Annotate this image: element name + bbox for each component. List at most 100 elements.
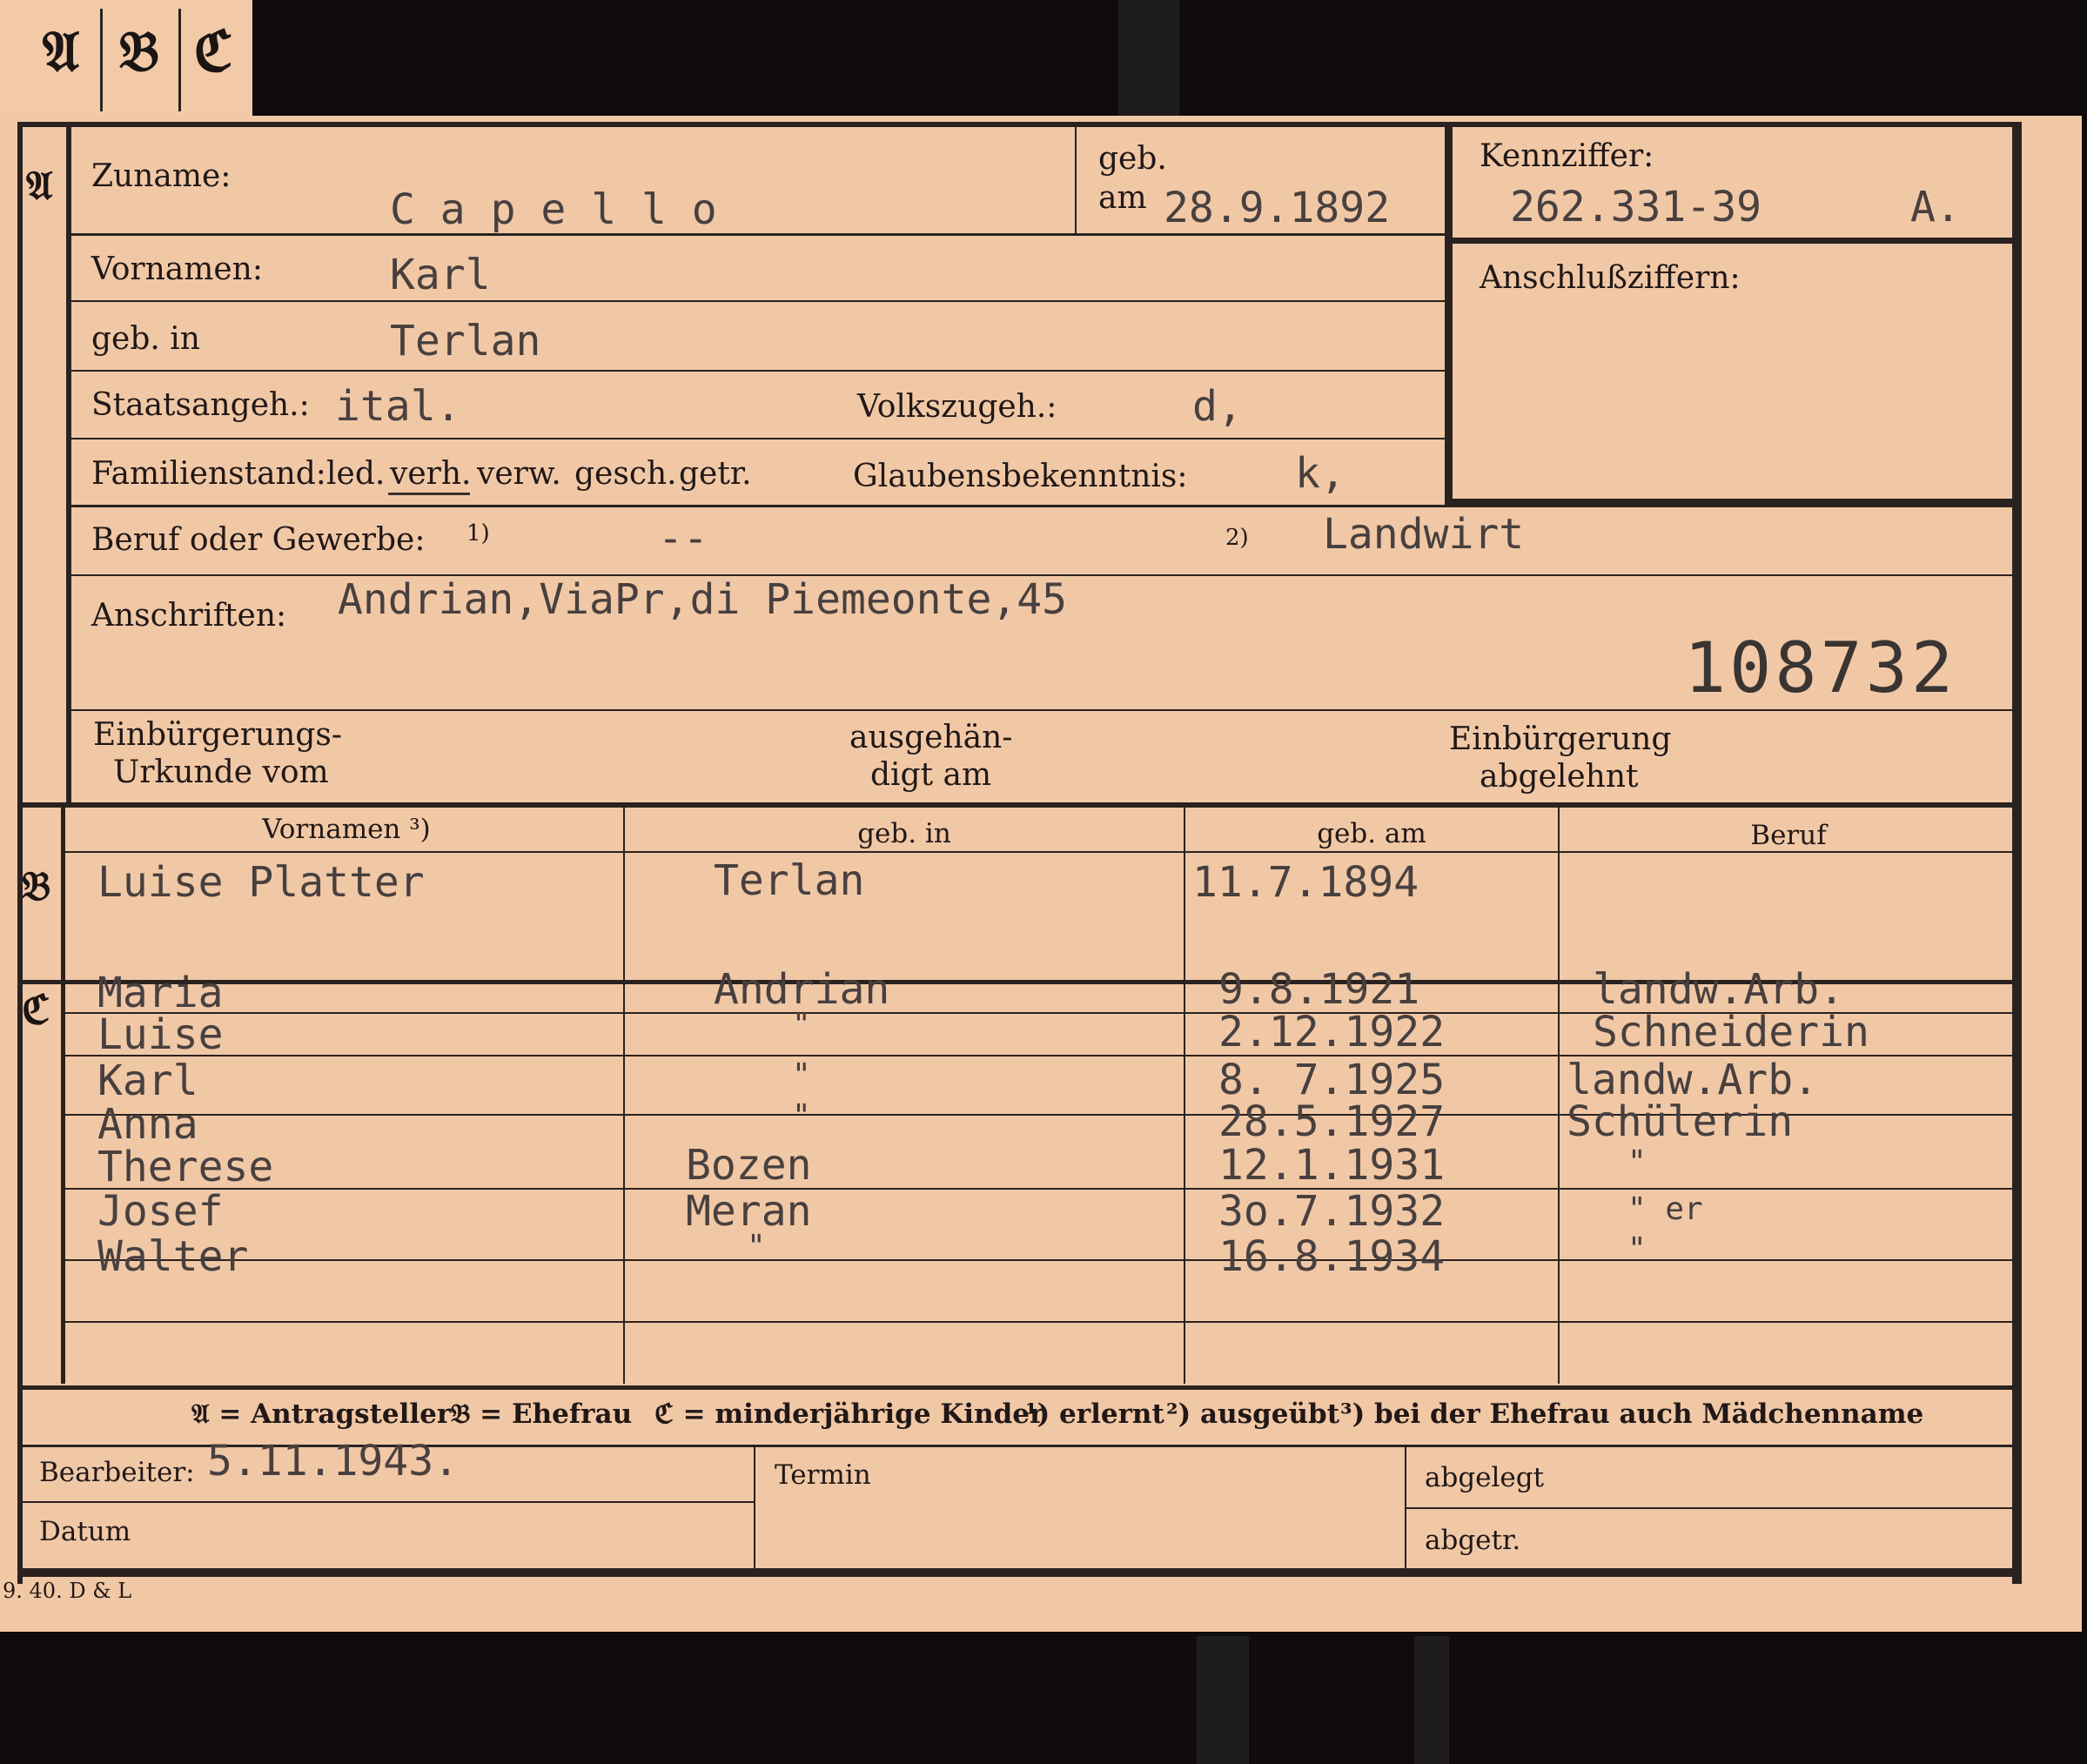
child-geb-in: " bbox=[747, 1229, 766, 1264]
legend-antragsteller: 𝔄 = Antragsteller bbox=[191, 1398, 452, 1430]
rule bbox=[71, 709, 2017, 711]
beruf-erlernt-value: -- bbox=[658, 514, 708, 563]
child-vornamen: Therese bbox=[97, 1143, 274, 1191]
ausgehaendigt-label-1: ausgehän- bbox=[849, 720, 1013, 755]
geb-am-value: 28.9.1892 bbox=[1164, 184, 1391, 232]
child-geb-in: " bbox=[792, 1098, 811, 1134]
child-geb-in: Andrian bbox=[714, 965, 890, 1014]
termin-label: Termin bbox=[775, 1459, 871, 1491]
section-c-end bbox=[17, 1385, 2019, 1390]
child-beruf: landw.Arb. bbox=[1567, 1056, 1818, 1104]
rule bbox=[71, 300, 1446, 302]
section-b-marker: 𝔅 bbox=[22, 862, 51, 909]
tab-a: 𝔄 bbox=[42, 19, 80, 84]
legend-maedchenname: ³) bei der Ehefrau auch Mädchenname bbox=[1340, 1398, 1924, 1430]
ehefrau-vornamen: Luise Platter bbox=[97, 858, 425, 907]
background-streak bbox=[1118, 0, 1179, 120]
zuname-value: C a p e l l o bbox=[390, 185, 717, 234]
rule bbox=[65, 1321, 2017, 1323]
child-beruf: Schneiderin bbox=[1593, 1008, 1869, 1056]
child-geb-am: 2.12.1922 bbox=[1218, 1008, 1446, 1056]
child-geb-in: " bbox=[792, 1057, 811, 1093]
familienstand-option-led: led. bbox=[326, 456, 386, 492]
staatsangehoerigkeit-value: ital. bbox=[335, 382, 461, 431]
familienstand-option-verh: verh. bbox=[390, 456, 472, 492]
einbuergerung-abgelehnt-label-2: abgelehnt bbox=[1480, 759, 1639, 795]
familienstand-option-verw: verw. bbox=[477, 456, 561, 492]
rule bbox=[71, 233, 1446, 236]
familienstand-selected-underline bbox=[388, 493, 470, 495]
child-vornamen: Karl bbox=[97, 1056, 198, 1105]
child-vornamen: Maria bbox=[97, 969, 224, 1017]
child-geb-in: " bbox=[792, 1007, 811, 1043]
rule bbox=[1406, 1507, 2015, 1509]
legend-ehefrau: 𝔅 = Ehefrau bbox=[451, 1398, 633, 1430]
geb-in-value: Terlan bbox=[390, 317, 541, 366]
kennziffer-value: 262.331-39 bbox=[1510, 183, 1762, 231]
bearbeiter-label: Bearbeiter: bbox=[39, 1457, 195, 1488]
frame-bottom bbox=[17, 1568, 2022, 1577]
beruf-ausgeuebt-value: Landwirt bbox=[1323, 510, 1525, 559]
legend-ausgeuebt: ²) ausgeübt bbox=[1166, 1398, 1340, 1430]
tab-c: ℭ bbox=[193, 19, 233, 84]
vornamen-value: Karl bbox=[390, 251, 491, 299]
rule bbox=[1075, 127, 1077, 233]
frame-left bbox=[17, 122, 23, 1584]
background-streak bbox=[1414, 1636, 1449, 1764]
rule bbox=[65, 1188, 2017, 1190]
staatsangehoerigkeit-label: Staatsangeh.: bbox=[91, 387, 310, 423]
header-beruf: Beruf bbox=[1750, 820, 1827, 851]
rule bbox=[71, 438, 1446, 439]
background-streak bbox=[1197, 1636, 1249, 1764]
einbuergerung-urkunde-label-1: Einbürgerungs- bbox=[93, 717, 343, 753]
frame-top bbox=[17, 122, 2019, 127]
kennziffer-suffix: A. bbox=[1910, 183, 1961, 231]
col-rule bbox=[623, 808, 625, 1384]
frame-right bbox=[2012, 122, 2022, 1584]
child-beruf: " bbox=[1627, 1231, 1647, 1267]
anschlussziffern-label: Anschlußziffern: bbox=[1480, 260, 1741, 296]
child-vornamen: Anna bbox=[97, 1100, 198, 1149]
geb-in-label: geb. in bbox=[91, 321, 200, 357]
einbuergerung-urkunde-label-2: Urkunde vom bbox=[113, 755, 329, 790]
header-geb-in: geb. in bbox=[857, 818, 951, 849]
beruf-label: Beruf oder Gewerbe: bbox=[91, 522, 426, 558]
footnote-2-marker: 2) bbox=[1225, 525, 1249, 551]
section-a-rule bbox=[66, 122, 71, 805]
tab-b: 𝔅 bbox=[118, 19, 160, 84]
index-tab-strip: 𝔄 𝔅 ℭ bbox=[0, 0, 252, 120]
col-rule bbox=[1405, 1447, 1406, 1569]
col-rule bbox=[1558, 808, 1560, 1384]
col-rule bbox=[754, 1447, 755, 1569]
header-geb-am: geb. am bbox=[1317, 818, 1426, 849]
kennziffer-box-bottom bbox=[1453, 499, 2014, 507]
geb-label: geb. bbox=[1098, 141, 1167, 177]
child-vornamen: Walter bbox=[97, 1232, 249, 1281]
child-vornamen: Luise bbox=[97, 1010, 224, 1059]
zuname-label: Zuname: bbox=[91, 158, 232, 194]
child-geb-am: 9.8.1921 bbox=[1218, 965, 1420, 1014]
child-geb-am: 16.8.1934 bbox=[1218, 1232, 1446, 1281]
child-geb-am: 3o.7.1932 bbox=[1218, 1187, 1446, 1236]
rule bbox=[71, 370, 1446, 372]
familienstand-option-getr: getr. bbox=[679, 456, 752, 492]
abgetr-label: abgetr. bbox=[1425, 1525, 1521, 1556]
volkszugehoerigkeit-value: d, bbox=[1192, 382, 1243, 431]
child-beruf: Schülerin bbox=[1567, 1097, 1794, 1146]
section-c-marker: ℭ bbox=[22, 986, 50, 1033]
child-beruf: landw.Arb. bbox=[1593, 965, 1844, 1014]
footnote-1-marker: 1) bbox=[466, 520, 490, 547]
stamp-number: 108732 bbox=[1684, 627, 1956, 708]
kennziffer-box-divider bbox=[1453, 238, 2014, 244]
header-vornamen: Vornamen ³) bbox=[262, 814, 431, 845]
legend-kinder: ℭ = minderjährige Kinder bbox=[654, 1398, 1044, 1430]
anschrift-value: Andrian,ViaPr,di Piemeonte,45 bbox=[338, 575, 1068, 624]
col-rule bbox=[1184, 808, 1185, 1384]
familienstand-option-gesch: gesch. bbox=[574, 456, 677, 492]
tab-divider bbox=[100, 9, 103, 111]
child-geb-am: 28.5.1927 bbox=[1218, 1097, 1446, 1146]
ausgehaendigt-label-2: digt am bbox=[870, 757, 992, 793]
glaubensbekenntnis-label: Glaubensbekenntnis: bbox=[853, 459, 1188, 494]
rule bbox=[65, 1259, 2017, 1261]
section-a-marker: 𝔄 bbox=[26, 162, 53, 209]
